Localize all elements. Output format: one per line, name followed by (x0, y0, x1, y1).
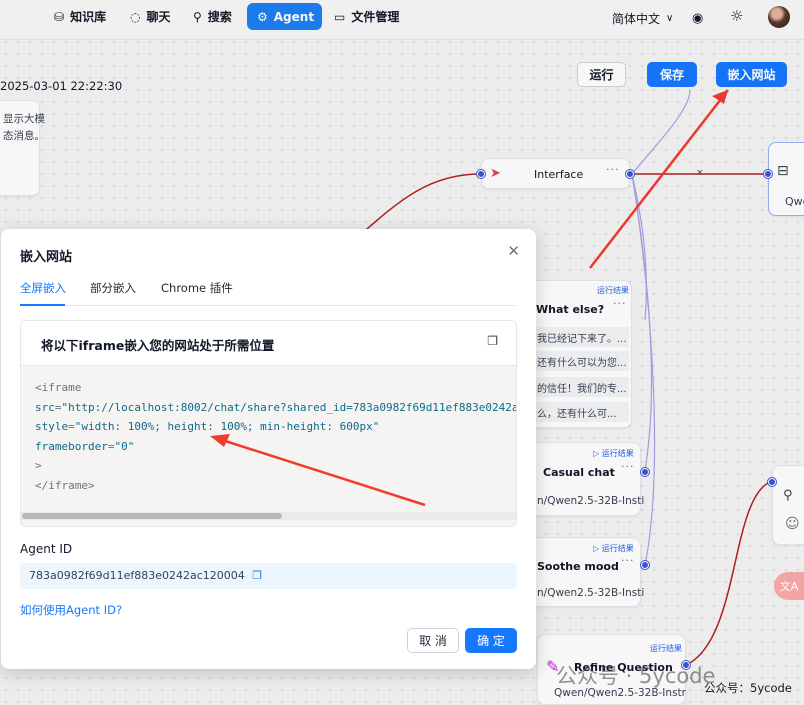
translate-icon[interactable]: 文A (774, 572, 804, 600)
watermark-large: 公众号 · 5ycode (556, 664, 716, 688)
watermark-small: 公众号：5ycode (704, 681, 792, 695)
annotation-arrow (210, 434, 426, 507)
